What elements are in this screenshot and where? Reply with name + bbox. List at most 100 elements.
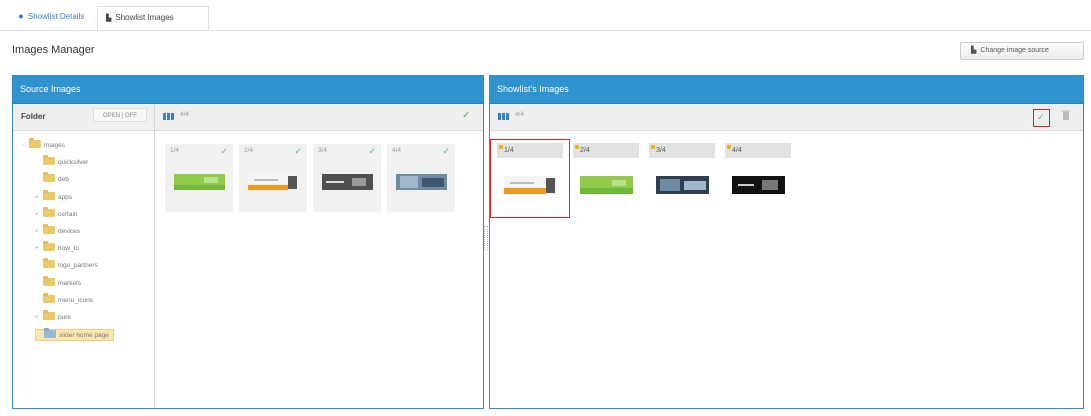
source-thumb[interactable]: 2/4 ✓	[239, 144, 307, 212]
expand-toggle-icon[interactable]: +	[35, 192, 43, 204]
gear-icon: ✹	[18, 14, 24, 21]
folder-label: Folder	[21, 112, 46, 121]
drag-handle-icon	[651, 145, 655, 149]
folder-tree-item[interactable]: + devices	[35, 224, 81, 238]
image-count: 4/4	[180, 111, 190, 118]
folder-icon	[43, 155, 55, 166]
folder-label: how_to	[58, 245, 79, 253]
tab-label: Showlist Images	[115, 13, 174, 22]
folder-icon	[43, 258, 55, 269]
check-icon: ✓	[1037, 112, 1045, 122]
showlist-image-grid: 4/4 ✓ 1/4 2/4 3/4 4/4	[490, 104, 1083, 408]
folder-icon	[43, 189, 55, 200]
check-icon[interactable]: ✓	[220, 144, 228, 158]
thumb-label: 3/4	[318, 147, 328, 154]
folder-label: logo_partners	[58, 262, 98, 270]
panel-title: Showlist's Images	[490, 76, 1083, 104]
tab-showlist-images[interactable]: ▙ Showlist Images	[97, 6, 209, 30]
expand-toggle-icon[interactable]: +	[35, 243, 43, 255]
page-title: Images Manager	[12, 44, 95, 56]
source-thumb[interactable]: 3/4 ✓	[313, 144, 381, 212]
folder-icon	[43, 224, 55, 234]
thumb-label: 4/4	[392, 147, 402, 154]
folder-label: images	[44, 142, 65, 149]
showlist-thumb[interactable]: 2/4	[573, 143, 639, 213]
folder-tree-item[interactable]: logo_partners	[35, 258, 98, 272]
folder-icon	[43, 206, 55, 217]
folder-icon	[43, 292, 55, 303]
source-toolbar: 4/4 ✓	[155, 104, 483, 131]
image-count: 4/4	[515, 111, 525, 118]
folder-label: menu_icons	[58, 296, 94, 304]
folder-icon	[29, 138, 41, 148]
showlist-thumb[interactable]: 4/4	[725, 143, 791, 213]
showlist-thumb[interactable]: 3/4	[649, 143, 715, 213]
folder-tree-item[interactable]: + how_to	[35, 241, 79, 255]
folder-tree-item[interactable]: markets	[35, 275, 82, 290]
blue-photo-banner-image	[396, 174, 447, 190]
folder-tree-item[interactable]: quicksilver	[35, 155, 89, 169]
check-icon[interactable]: ✓	[294, 144, 302, 158]
folder-icon: ▙	[971, 47, 977, 54]
orange-device-banner-image	[248, 174, 299, 190]
source-image-grid: 4/4 ✓ 1/4 ✓ 2/4 ✓ 3/4 ✓ 4/4 ✓	[155, 104, 483, 408]
folder-label: pure	[58, 314, 72, 321]
folder-toggle[interactable]: OPEN | OFF	[93, 108, 147, 122]
folder-tree-item[interactable]: + apps	[35, 189, 73, 204]
showlist-toolbar: 4/4 ✓	[490, 104, 1083, 131]
trash-icon[interactable]	[1062, 110, 1070, 120]
green-banner-image	[174, 174, 225, 190]
thumb-label: 1/4	[170, 147, 180, 154]
folder-icon	[43, 275, 55, 286]
folder-icon	[43, 241, 55, 252]
folder-tree-item[interactable]: deb	[35, 172, 69, 186]
showlist-images-panel: Showlist's Images 4/4 ✓ 1/4 2/4 3/4 4/4	[489, 75, 1084, 409]
folder-tree-item[interactable]: menu_icons	[35, 292, 94, 307]
green-banner-image	[580, 176, 633, 194]
expand-toggle-icon[interactable]: −	[21, 140, 29, 152]
folder-column: Folder OPEN | OFF − images quicksilver deb +…	[13, 104, 155, 408]
dark-gray-banner-image	[322, 174, 373, 190]
select-all-checkbox[interactable]: ✓	[1033, 109, 1050, 127]
thumb-label: 2/4	[580, 147, 590, 154]
check-icon[interactable]: ✓	[442, 144, 450, 158]
folder-icon	[44, 328, 56, 339]
folder-label: markets	[58, 279, 82, 287]
folder-icon	[43, 310, 55, 320]
folder-tree-item[interactable]: slider home page	[35, 328, 114, 342]
expand-toggle-icon[interactable]: +	[35, 312, 43, 324]
folder-icon: ▙	[106, 15, 112, 22]
thumb-label: 2/4	[244, 147, 254, 154]
folder-tree-item[interactable]: + pure	[35, 310, 72, 324]
folder-label: quicksilver	[58, 159, 89, 167]
folder-tree-item[interactable]: + certain	[35, 206, 78, 221]
panel-resize-handle[interactable]	[484, 226, 488, 250]
folder-label: slider home page	[59, 332, 109, 340]
folder-label: devices	[58, 228, 81, 235]
grid-view-icon[interactable]	[498, 113, 509, 120]
expand-toggle-icon[interactable]: +	[35, 226, 43, 238]
folder-tree-item[interactable]: − images	[21, 138, 65, 152]
grid-view-icon[interactable]	[163, 113, 174, 120]
change-image-source-button[interactable]: ▙ Change image source	[960, 42, 1084, 60]
tab-bar: ✹ Showlist Details ▙ Showlist Images	[0, 0, 1091, 31]
black-banner-image	[732, 176, 785, 194]
expand-toggle-icon[interactable]: +	[35, 209, 43, 221]
check-icon[interactable]: ✓	[368, 144, 376, 158]
folder-header: Folder OPEN | OFF	[13, 104, 154, 131]
source-thumb[interactable]: 1/4 ✓	[165, 144, 233, 212]
blue-photo-banner-image	[656, 176, 709, 194]
source-thumb[interactable]: 4/4 ✓	[387, 144, 455, 212]
folder-icon	[43, 172, 55, 183]
folder-label: certain	[58, 210, 78, 218]
drag-handle-icon	[727, 145, 731, 149]
drag-handle-icon	[575, 145, 579, 149]
tab-showlist-details[interactable]: ✹ Showlist Details	[10, 6, 92, 30]
panel-title: Source Images	[13, 76, 483, 104]
select-all-check-icon[interactable]: ✓	[462, 110, 470, 121]
source-images-panel: Source Images Folder OPEN | OFF − images q…	[12, 75, 484, 409]
selected-thumb-highlight	[490, 139, 570, 218]
folder-label: apps	[58, 193, 73, 201]
thumb-label: 4/4	[732, 147, 742, 154]
tab-label: Showlist Details	[27, 12, 85, 21]
